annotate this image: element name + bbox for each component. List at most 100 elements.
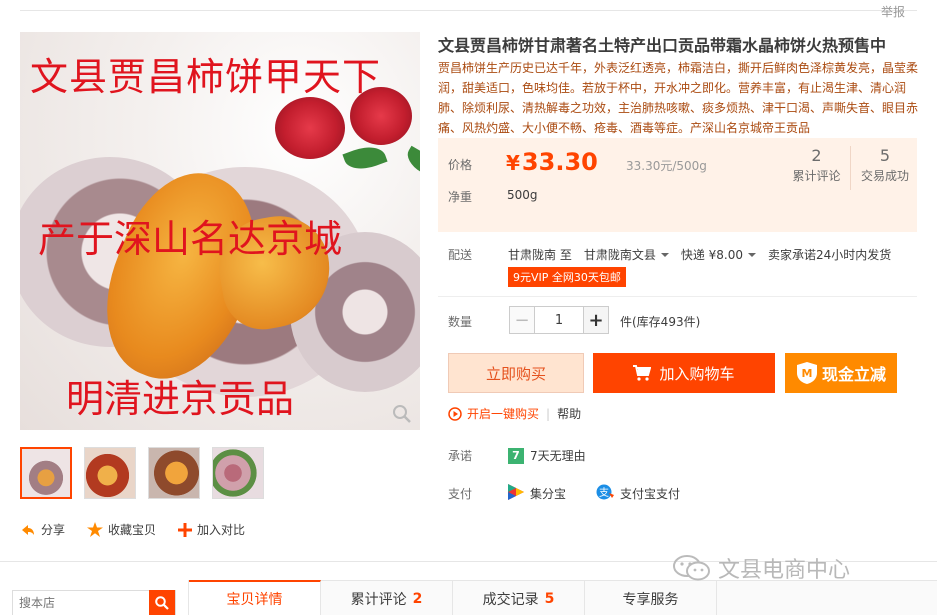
thumbnail[interactable] <box>212 447 264 499</box>
compare-label: 加入对比 <box>197 523 246 537</box>
shipping-row: 配送 甘肃陇南 至 甘肃陇南文县 快递 ¥8.00 卖家承诺24小时内发货 <box>448 246 918 263</box>
add-to-cart-button[interactable]: 加入购物车 <box>593 353 775 393</box>
image-slogan-2: 产于深山名达京城 <box>38 217 343 261</box>
separator: | <box>546 406 551 421</box>
quantity-label: 数量 <box>448 315 473 329</box>
reviews-stat[interactable]: 2 累计评论 <box>783 146 851 190</box>
price-value: ¥33.30 <box>506 148 598 176</box>
cart-icon <box>633 365 652 381</box>
share-label: 分享 <box>41 523 66 537</box>
express-label: 快递 ¥8.00 <box>680 248 744 262</box>
product-title: 文县贾昌柿饼甘肃著名土特产出口贡品带霜水晶柿饼火热预售中 <box>438 36 887 55</box>
tab-label: 专享服务 <box>622 591 679 608</box>
add-to-cart-label: 加入购物车 <box>659 364 735 383</box>
seven-day-return-icon: 7 <box>508 447 524 464</box>
sales-stat[interactable]: 5 交易成功 <box>851 146 919 184</box>
shipping-label: 配送 <box>448 248 473 262</box>
payment-row: 支付 集分宝 支 支付宝支付 <box>448 484 710 503</box>
share-button[interactable]: 分享 <box>20 521 65 538</box>
quantity-increase-button[interactable]: + <box>583 306 609 334</box>
product-description: 贾昌柿饼生产历史已达千年，外表泛红透亮，柿霜洁白，撕开后鲜肉色泽棕黄发亮，晶莹柔… <box>438 61 919 135</box>
jifenbao-label: 集分宝 <box>530 487 567 501</box>
store-search <box>12 590 176 615</box>
chevron-down-icon <box>660 252 669 257</box>
tab-label: 宝贝详情 <box>226 591 283 608</box>
thumbnail[interactable] <box>148 447 200 499</box>
promise-label: 承诺 <box>448 449 473 463</box>
zoom-icon[interactable] <box>392 404 412 424</box>
favorite-button[interactable]: 收藏宝贝 <box>87 521 156 538</box>
sales-count: 5 <box>879 146 891 165</box>
top-divider <box>20 10 917 11</box>
store-search-button[interactable] <box>149 590 175 615</box>
chevron-down-icon <box>748 252 757 257</box>
watermark-text: 文县电商中心 <box>718 558 851 583</box>
wechat-icon <box>673 555 710 581</box>
svg-text:支: 支 <box>599 487 609 499</box>
reviews-count: 2 <box>811 146 822 165</box>
express-select[interactable]: 快递 ¥8.00 <box>680 246 757 263</box>
tab-count: 5 <box>544 590 555 607</box>
tab-services[interactable]: 专享服务 <box>585 581 717 615</box>
search-icon <box>155 596 169 610</box>
weight-value: 500g <box>507 188 538 202</box>
quantity-stepper: − 1 + <box>509 306 609 334</box>
star-icon <box>87 522 104 537</box>
jifenbao-payment[interactable]: 集分宝 <box>508 484 566 503</box>
main-product-image[interactable]: 文县贾昌柿饼甲天下 产于深山名达京城 明清进京贡品 <box>20 32 420 430</box>
alipay-icon: 支 <box>596 484 615 503</box>
ship-to-label: 甘肃陇南文县 <box>583 248 656 262</box>
store-search-input[interactable] <box>13 591 149 615</box>
price-amount: 33.30 <box>521 148 598 176</box>
thumbnail[interactable] <box>20 447 72 499</box>
tab-details[interactable]: 宝贝详情 <box>189 580 321 615</box>
ship-promise: 卖家承诺24小时内发货 <box>768 248 892 262</box>
favorite-label: 收藏宝贝 <box>108 523 157 537</box>
price-box: 价格 ¥33.30 33.30元/500g 净重 500g 2 累计评论 5 交… <box>438 138 917 232</box>
currency-symbol: ¥ <box>506 151 520 175</box>
share-icon <box>22 524 34 535</box>
alipay-payment[interactable]: 支 支付宝支付 <box>596 484 680 503</box>
compare-button[interactable]: 加入对比 <box>178 521 245 538</box>
detail-tabs: 宝贝详情 累计评论 2 成交记录 5 专享服务 <box>188 580 937 615</box>
quantity-decrease-button[interactable]: − <box>509 306 535 334</box>
alipay-label: 支付宝支付 <box>620 487 681 501</box>
plus-icon <box>178 522 193 537</box>
vip-shipping-tag[interactable]: 9元VIP 全网30天包邮 <box>508 267 626 287</box>
cash-discount-button[interactable]: M 现金立减 <box>785 353 897 393</box>
payment-label: 支付 <box>448 487 473 501</box>
image-slogan-1: 文县贾昌柿饼甲天下 <box>30 55 382 99</box>
shield-icon: M <box>796 362 817 384</box>
help-link[interactable]: 帮助 <box>557 405 581 422</box>
leaf-decor <box>342 140 388 176</box>
price-label: 价格 <box>448 158 473 172</box>
svg-text:M: M <box>802 367 813 380</box>
quantity-input[interactable]: 1 <box>535 306 583 334</box>
tab-label: 成交记录 <box>482 591 539 608</box>
reviews-label: 累计评论 <box>792 169 841 183</box>
ship-from: 甘肃陇南 至 <box>508 248 572 262</box>
sales-label: 交易成功 <box>860 169 909 183</box>
jifenbao-icon <box>508 484 524 503</box>
buy-now-button[interactable]: 立即购买 <box>448 353 584 393</box>
image-slogan-3: 明清进京贡品 <box>66 377 295 421</box>
divider <box>438 296 917 297</box>
watermark: 文县电商中心 <box>672 552 850 584</box>
seven-day-return-text[interactable]: 7天无理由 <box>530 447 586 464</box>
left-actions: 分享 收藏宝贝 加入对比 <box>20 521 267 538</box>
rose-decor <box>275 97 345 159</box>
tab-label: 累计评论 <box>350 591 407 608</box>
tab-transactions[interactable]: 成交记录 5 <box>453 581 585 615</box>
ship-to-select[interactable]: 甘肃陇南文县 <box>584 246 669 263</box>
cash-discount-label: 现金立减 <box>821 365 886 384</box>
tab-reviews[interactable]: 累计评论 2 <box>321 581 453 615</box>
weight-label: 净重 <box>448 190 473 204</box>
promise-row: 承诺 7 7天无理由 <box>448 447 586 464</box>
one-click-buy-link[interactable]: 开启一键购买 <box>467 405 539 422</box>
leaf-decor <box>402 145 420 177</box>
report-link[interactable]: 举报 <box>881 3 905 20</box>
one-click-row: 开启一键购买 | 帮助 <box>448 405 581 422</box>
thumbnail-strip <box>20 447 264 499</box>
play-circle-icon <box>448 406 462 421</box>
thumbnail[interactable] <box>84 447 136 499</box>
